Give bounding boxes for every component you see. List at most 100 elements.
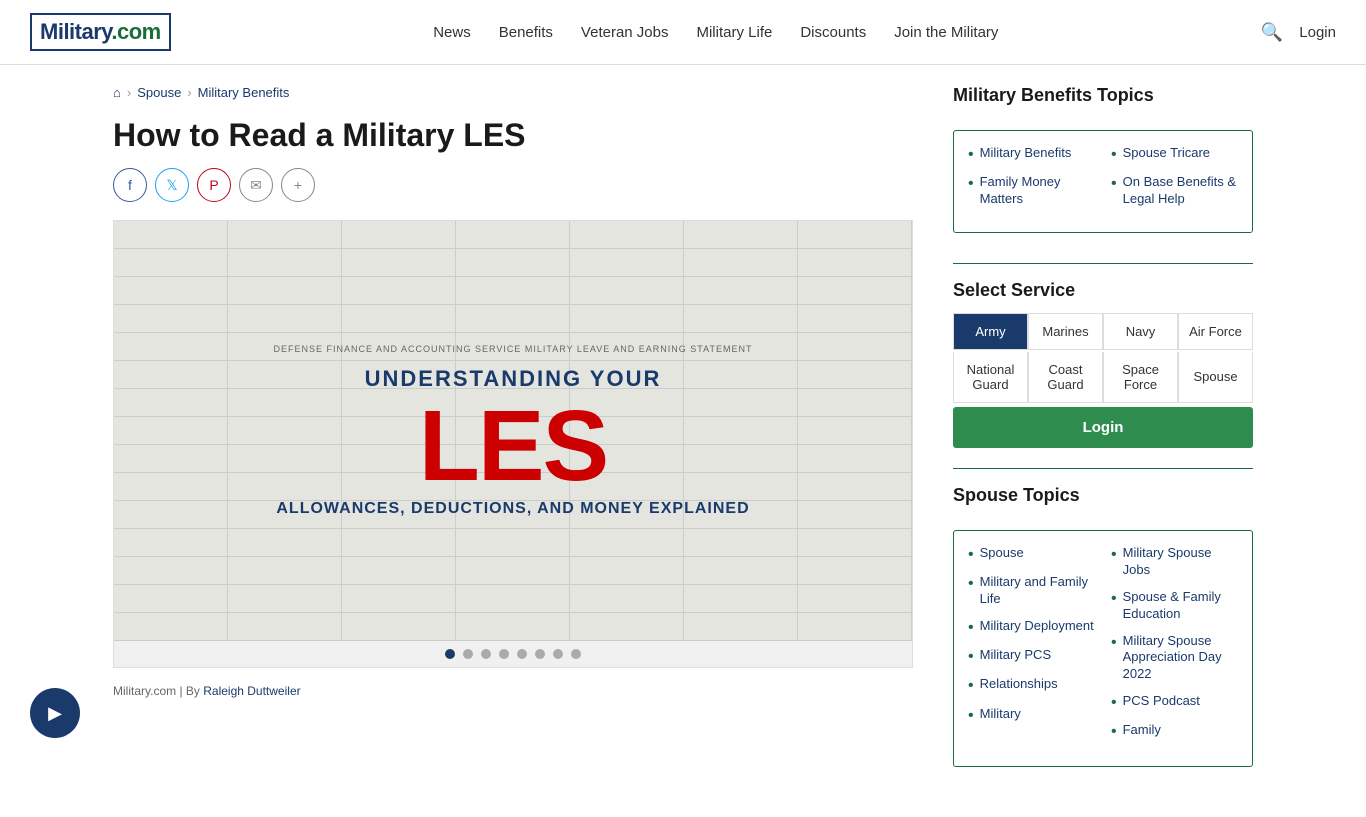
les-overlay: DEFENSE FINANCE AND ACCOUNTING SERVICE M… bbox=[114, 221, 912, 641]
article-author: Military.com | By Raleigh Duttweiler bbox=[113, 684, 913, 698]
carousel-dot-5[interactable] bbox=[517, 649, 527, 659]
topic-link-family-money[interactable]: Family Money Matters bbox=[980, 174, 1095, 208]
carousel-dot-2[interactable] bbox=[463, 649, 473, 659]
audio-play-button[interactable]: ▶ bbox=[30, 688, 80, 738]
bullet-icon: • bbox=[968, 706, 974, 725]
bullet-icon: • bbox=[968, 545, 974, 564]
breadcrumb-spouse[interactable]: Spouse bbox=[137, 85, 181, 100]
sidebar: Military Benefits Topics • Military Bene… bbox=[953, 85, 1253, 797]
nav-discounts[interactable]: Discounts bbox=[800, 24, 866, 41]
service-btn-coast-guard[interactable]: Coast Guard bbox=[1029, 352, 1102, 402]
spouse-topics-section: Spouse Topics • Spouse • Military and Fa… bbox=[953, 485, 1253, 767]
breadcrumb-military-benefits[interactable]: Military Benefits bbox=[198, 85, 290, 100]
spouse-item-relationships: • Relationships bbox=[968, 676, 1095, 695]
nav-veteran-jobs[interactable]: Veteran Jobs bbox=[581, 24, 669, 41]
bullet-icon: • bbox=[1111, 174, 1117, 193]
topic-link-spouse-tricare[interactable]: Spouse Tricare bbox=[1123, 145, 1210, 162]
bullet-icon: • bbox=[1111, 545, 1117, 564]
spouse-item-spouse: • Spouse bbox=[968, 545, 1095, 564]
service-btn-air-force[interactable]: Air Force bbox=[1179, 314, 1252, 349]
spouse-topics-grid: • Spouse • Military and Family Life • Mi… bbox=[953, 530, 1253, 767]
spouse-link-family-life[interactable]: Military and Family Life bbox=[980, 574, 1095, 608]
bullet-icon: • bbox=[1111, 633, 1117, 652]
topic-link-military-benefits[interactable]: Military Benefits bbox=[980, 145, 1072, 162]
bullet-icon: • bbox=[968, 647, 974, 666]
bullet-icon: • bbox=[1111, 589, 1117, 608]
article-image: DEFENSE FINANCE AND ACCOUNTING SERVICE M… bbox=[113, 220, 913, 668]
service-btn-national-guard[interactable]: National Guard bbox=[954, 352, 1027, 402]
spouse-link-spouse[interactable]: Spouse bbox=[980, 545, 1024, 562]
carousel-dot-8[interactable] bbox=[571, 649, 581, 659]
benefits-topics-col2: • Spouse Tricare • On Base Benefits & Le… bbox=[1111, 145, 1238, 218]
spouse-link-appreciation[interactable]: Military Spouse Appreciation Day 2022 bbox=[1123, 633, 1238, 684]
topic-item-on-base: • On Base Benefits & Legal Help bbox=[1111, 174, 1238, 208]
breadcrumb-home[interactable]: ⌂ bbox=[113, 85, 121, 100]
select-service-title: Select Service bbox=[953, 280, 1253, 301]
bullet-icon: • bbox=[1111, 145, 1117, 164]
select-service-section: Select Service Army Marines Navy Air For… bbox=[953, 263, 1253, 448]
nav-military-life[interactable]: Military Life bbox=[696, 24, 772, 41]
author-link[interactable]: Raleigh Duttweiler bbox=[203, 684, 300, 698]
carousel-dot-3[interactable] bbox=[481, 649, 491, 659]
share-pinterest[interactable]: P bbox=[197, 168, 231, 202]
spouse-link-education[interactable]: Spouse & Family Education bbox=[1123, 589, 1238, 623]
spouse-item-family: • Family bbox=[1111, 722, 1238, 741]
spouse-link-deployment[interactable]: Military Deployment bbox=[980, 618, 1094, 635]
spouse-link-podcast[interactable]: PCS Podcast bbox=[1123, 693, 1200, 710]
carousel-dot-4[interactable] bbox=[499, 649, 509, 659]
spouse-link-relationships[interactable]: Relationships bbox=[980, 676, 1058, 693]
spouse-col1: • Spouse • Military and Family Life • Mi… bbox=[968, 545, 1095, 752]
les-main-word: LES bbox=[419, 396, 607, 496]
author-prefix: Military.com | By bbox=[113, 684, 203, 698]
benefits-topics-title: Military Benefits Topics bbox=[953, 85, 1253, 114]
bullet-icon: • bbox=[968, 618, 974, 637]
carousel-dot-6[interactable] bbox=[535, 649, 545, 659]
service-grid-row2: National Guard Coast Guard Space Force S… bbox=[953, 352, 1253, 403]
bullet-icon: • bbox=[1111, 693, 1117, 712]
nav-join-military[interactable]: Join the Military bbox=[894, 24, 998, 41]
les-title: UNDERSTANDING YOUR bbox=[365, 366, 662, 392]
bullet-icon: • bbox=[968, 676, 974, 695]
service-btn-army[interactable]: Army bbox=[954, 314, 1027, 349]
search-button[interactable]: 🔍 bbox=[1261, 22, 1283, 43]
spouse-item-pcs: • Military PCS bbox=[968, 647, 1095, 666]
spouse-item-military: • Military bbox=[968, 706, 1095, 725]
spouse-link-military[interactable]: Military bbox=[980, 706, 1021, 723]
service-grid-row1: Army Marines Navy Air Force bbox=[953, 313, 1253, 350]
topic-link-on-base[interactable]: On Base Benefits & Legal Help bbox=[1123, 174, 1238, 208]
share-email[interactable]: ✉ bbox=[239, 168, 273, 202]
nav-news[interactable]: News bbox=[433, 24, 471, 41]
spouse-item-jobs: • Military Spouse Jobs bbox=[1111, 545, 1238, 579]
spouse-item-family-life: • Military and Family Life bbox=[968, 574, 1095, 608]
service-btn-navy[interactable]: Navy bbox=[1104, 314, 1177, 349]
share-more[interactable]: + bbox=[281, 168, 315, 202]
site-header: Military.com News Benefits Veteran Jobs … bbox=[0, 0, 1366, 65]
carousel-dot-1[interactable] bbox=[445, 649, 455, 659]
breadcrumb: ⌂ › Spouse › Military Benefits bbox=[113, 85, 913, 100]
divider-1 bbox=[953, 263, 1253, 264]
article-title: How to Read a Military LES bbox=[113, 116, 913, 154]
service-btn-spouse[interactable]: Spouse bbox=[1179, 352, 1252, 402]
article-content: ⌂ › Spouse › Military Benefits How to Re… bbox=[113, 85, 913, 797]
service-login-button[interactable]: Login bbox=[953, 407, 1253, 448]
share-twitter[interactable]: 𝕏 bbox=[155, 168, 189, 202]
nav-benefits[interactable]: Benefits bbox=[499, 24, 553, 41]
play-icon: ▶ bbox=[48, 703, 62, 724]
carousel-dot-7[interactable] bbox=[553, 649, 563, 659]
login-button[interactable]: Login bbox=[1299, 24, 1336, 41]
spouse-col2: • Military Spouse Jobs • Spouse & Family… bbox=[1111, 545, 1238, 752]
spouse-item-education: • Spouse & Family Education bbox=[1111, 589, 1238, 623]
spouse-link-family[interactable]: Family bbox=[1123, 722, 1161, 739]
home-icon: ⌂ bbox=[113, 85, 121, 100]
share-facebook[interactable]: f bbox=[113, 168, 147, 202]
logo[interactable]: Military.com bbox=[30, 13, 171, 51]
breadcrumb-sep-1: › bbox=[127, 85, 131, 100]
service-btn-marines[interactable]: Marines bbox=[1029, 314, 1102, 349]
spouse-link-pcs[interactable]: Military PCS bbox=[980, 647, 1052, 664]
topic-item-family-money: • Family Money Matters bbox=[968, 174, 1095, 208]
service-btn-space-force[interactable]: Space Force bbox=[1104, 352, 1177, 402]
benefits-topics-col1: • Military Benefits • Family Money Matte… bbox=[968, 145, 1095, 218]
spouse-link-jobs[interactable]: Military Spouse Jobs bbox=[1123, 545, 1238, 579]
spouse-topics-title: Spouse Topics bbox=[953, 485, 1253, 514]
topic-item-spouse-tricare: • Spouse Tricare bbox=[1111, 145, 1238, 164]
